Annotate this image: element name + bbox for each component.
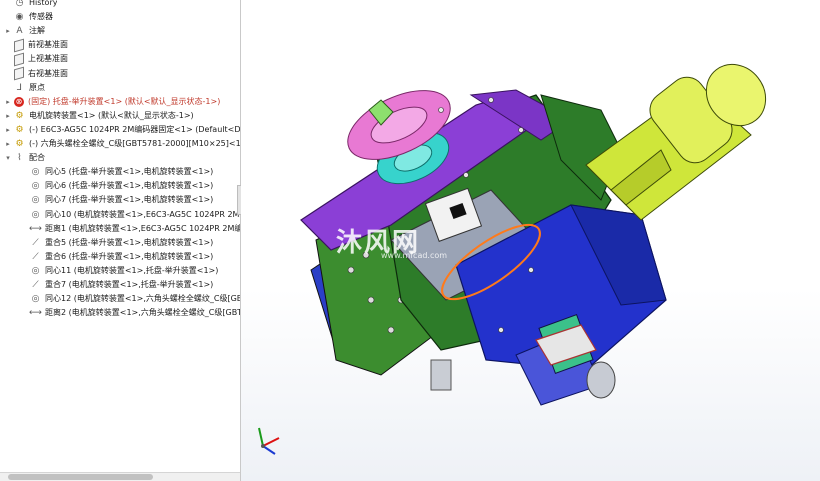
concentric-icon: ◎ [31,209,40,220]
tree-item-label: 注解 [29,26,45,36]
mate-item[interactable]: ⟋ 重合7 (电机旋转装置<1>,托盘-举升装置<1>) [20,278,213,292]
expander-arrow-icon[interactable]: ▾ [4,151,12,165]
tree-item[interactable]: ▸ ⚙ (-) 六角头螺栓全螺纹_C级[GBT5781-2000][M10×25]<… [4,137,241,151]
yellow-motor [585,63,767,221]
scrollbar-thumb[interactable] [8,474,153,480]
tree-item[interactable]: ⅃ 原点 [4,81,45,95]
shaft-bottom [430,359,452,391]
plane-icon [14,66,24,81]
tree-item-label: 配合 [29,153,45,163]
tree-item-label: 同心11 (电机旋转装置<1>,托盘-举升装置<1>) [45,265,219,275]
tree-item[interactable]: ▸ ⊗ (固定) 托盘-举升装置<1> (默认<默认_显示状态-1>) [4,95,220,109]
mate-item[interactable]: ◎ 同心10 (电机旋转装置<1>,E6C3-AG5C 1024PR 2M编码 [20,208,241,222]
concentric-icon: ◎ [31,195,40,206]
tree-item[interactable]: 右视基准面 [4,66,68,81]
sensor-icon: ◉ [15,12,24,23]
history-icon: ◷ [15,0,24,8]
tree-item-label: 前视基准面 [28,40,68,50]
expander-arrow-icon[interactable]: ▸ [4,109,12,123]
plane-icon [14,52,24,67]
part-icon: ⚙ [15,124,24,135]
tree-item-label: 同心10 (电机旋转装置<1>,E6C3-AG5C 1024PR 2M编码 [45,209,241,219]
mate-item[interactable]: ◎ 同心6 (托盘-举升装置<1>,电机旋转装置<1>) [20,179,214,193]
tree-item-label: 上视基准面 [28,54,68,64]
tree-horizontal-scrollbar[interactable] [0,472,240,481]
mate-item[interactable]: ⟋ 重合5 (托盘-举升装置<1>,电机旋转装置<1>) [20,236,213,250]
distance-icon: ⟷ [29,223,42,234]
mates-folder-icon: ⌇ [17,153,22,164]
tree-item-label: 传感器 [29,12,53,22]
expander-arrow-icon[interactable]: ▸ [4,137,12,151]
mate-item[interactable]: ⟋ 重合6 (托盘-举升装置<1>,电机旋转装置<1>) [20,250,213,264]
annotation-icon: A [16,26,23,37]
tree-item[interactable]: ▸ ⚙ (-) E6C3-AG5C 1024PR 2M编码器固定<1> (Defau… [4,123,241,137]
tree-item[interactable]: ▸ ⚙ 电机旋转装置<1> (默认<默认_显示状态-1>) [4,109,194,123]
tree-item-label: 电机旋转装置<1> (默认<默认_显示状态-1>) [29,110,194,120]
expander-arrow-icon[interactable]: ▸ [4,123,12,137]
feature-tree-panel: ◷ History ◉ 传感器 ▸ A 注解 前视基准面 上视基准面 右视基准面 ⅃ 原点 ▸ ⊗ (固定)… [0,0,241,481]
coincident-icon: ⟋ [32,237,39,248]
concentric-icon: ◎ [31,265,40,276]
part-error-icon: ⊗ [14,96,24,107]
coincident-icon: ⟋ [32,251,39,262]
origin-icon: ⅃ [16,82,22,93]
mate-item[interactable]: ◎ 同心7 (托盘-举升装置<1>,电机旋转装置<1>) [20,193,214,207]
coincident-icon: ⟋ [32,280,39,290]
tree-item[interactable]: ◉ 传感器 [4,10,53,24]
tree-item[interactable]: 上视基准面 [4,52,68,67]
tree-item-label: 原点 [29,82,45,92]
tree-item-label: 同心7 (托盘-举升装置<1>,电机旋转装置<1>) [45,195,214,205]
tree-item[interactable]: ◷ History [4,0,58,10]
mate-item[interactable]: ◎ 同心5 (托盘-举升装置<1>,电机旋转装置<1>) [20,165,214,179]
tree-item-label: 重合6 (托盘-举升装置<1>,电机旋转装置<1>) [45,251,214,261]
mate-item[interactable]: ⟷ 距离1 (电机旋转装置<1>,E6C3-AG5C 1024PR 2M编码 [20,222,241,236]
part-icon: ⚙ [15,139,24,149]
expander-arrow-icon[interactable]: ▸ [4,24,12,38]
tree-item[interactable]: 前视基准面 [4,38,68,53]
tree-item-label: 距离1 (电机旋转装置<1>,E6C3-AG5C 1024PR 2M编码 [45,223,241,233]
tree-item-label: (-) 六角头螺栓全螺纹_C级[GBT5781-2000][M10×25]<1>… [29,139,241,148]
concentric-icon: ◎ [31,167,40,178]
mate-item[interactable]: ◎ 同心11 (电机旋转装置<1>,托盘-举升装置<1>) [20,264,219,278]
tree-item-label: 重合7 (电机旋转装置<1>,托盘-举升装置<1>) [45,280,214,289]
tree-item-label: 同心12 (电机旋转装置<1>,六角头螺栓全螺纹_C级[GBT5 [45,294,241,304]
tree-item[interactable]: ▾ ⌇ 配合 [4,151,45,165]
tree-item[interactable]: ▸ A 注解 [4,24,45,38]
plane-icon [14,38,24,53]
tree-item-label: 距离2 (电机旋转装置<1>,六角头螺栓全螺纹_C级[GBT57 [45,308,241,318]
mate-item[interactable]: ◎ 同心12 (电机旋转装置<1>,六角头螺栓全螺纹_C级[GBT5 [20,292,241,306]
part-icon: ⚙ [15,110,24,121]
tree-item-label: 同心5 (托盘-举升装置<1>,电机旋转装置<1>) [45,167,214,177]
tree-item-label: (-) E6C3-AG5C 1024PR 2M编码器固定<1> (Default… [29,124,241,134]
assembly-model[interactable] [241,0,820,481]
distance-icon: ⟷ [29,308,42,319]
tree-item-label: 重合5 (托盘-举升装置<1>,电机旋转装置<1>) [45,237,214,247]
tree-item-label: 右视基准面 [28,68,68,78]
watermark-url: www.mfcad.com [381,251,448,260]
bottom-shaft-cap [586,361,616,399]
tree-item-label: (固定) 托盘-举升装置<1> (默认<默认_显示状态-1>) [28,96,221,106]
mate-item[interactable]: ⟷ 距离2 (电机旋转装置<1>,六角头螺栓全螺纹_C级[GBT57 [20,306,241,320]
axis-triad [258,427,280,455]
graphics-viewport[interactable]: 沐风网 www.mfcad.com [241,0,820,481]
concentric-icon: ◎ [31,294,40,305]
concentric-icon: ◎ [31,181,40,192]
expander-arrow-icon[interactable]: ▸ [4,95,12,109]
tree-item-label: History [29,0,58,7]
tree-item-label: 同心6 (托盘-举升装置<1>,电机旋转装置<1>) [45,181,214,191]
